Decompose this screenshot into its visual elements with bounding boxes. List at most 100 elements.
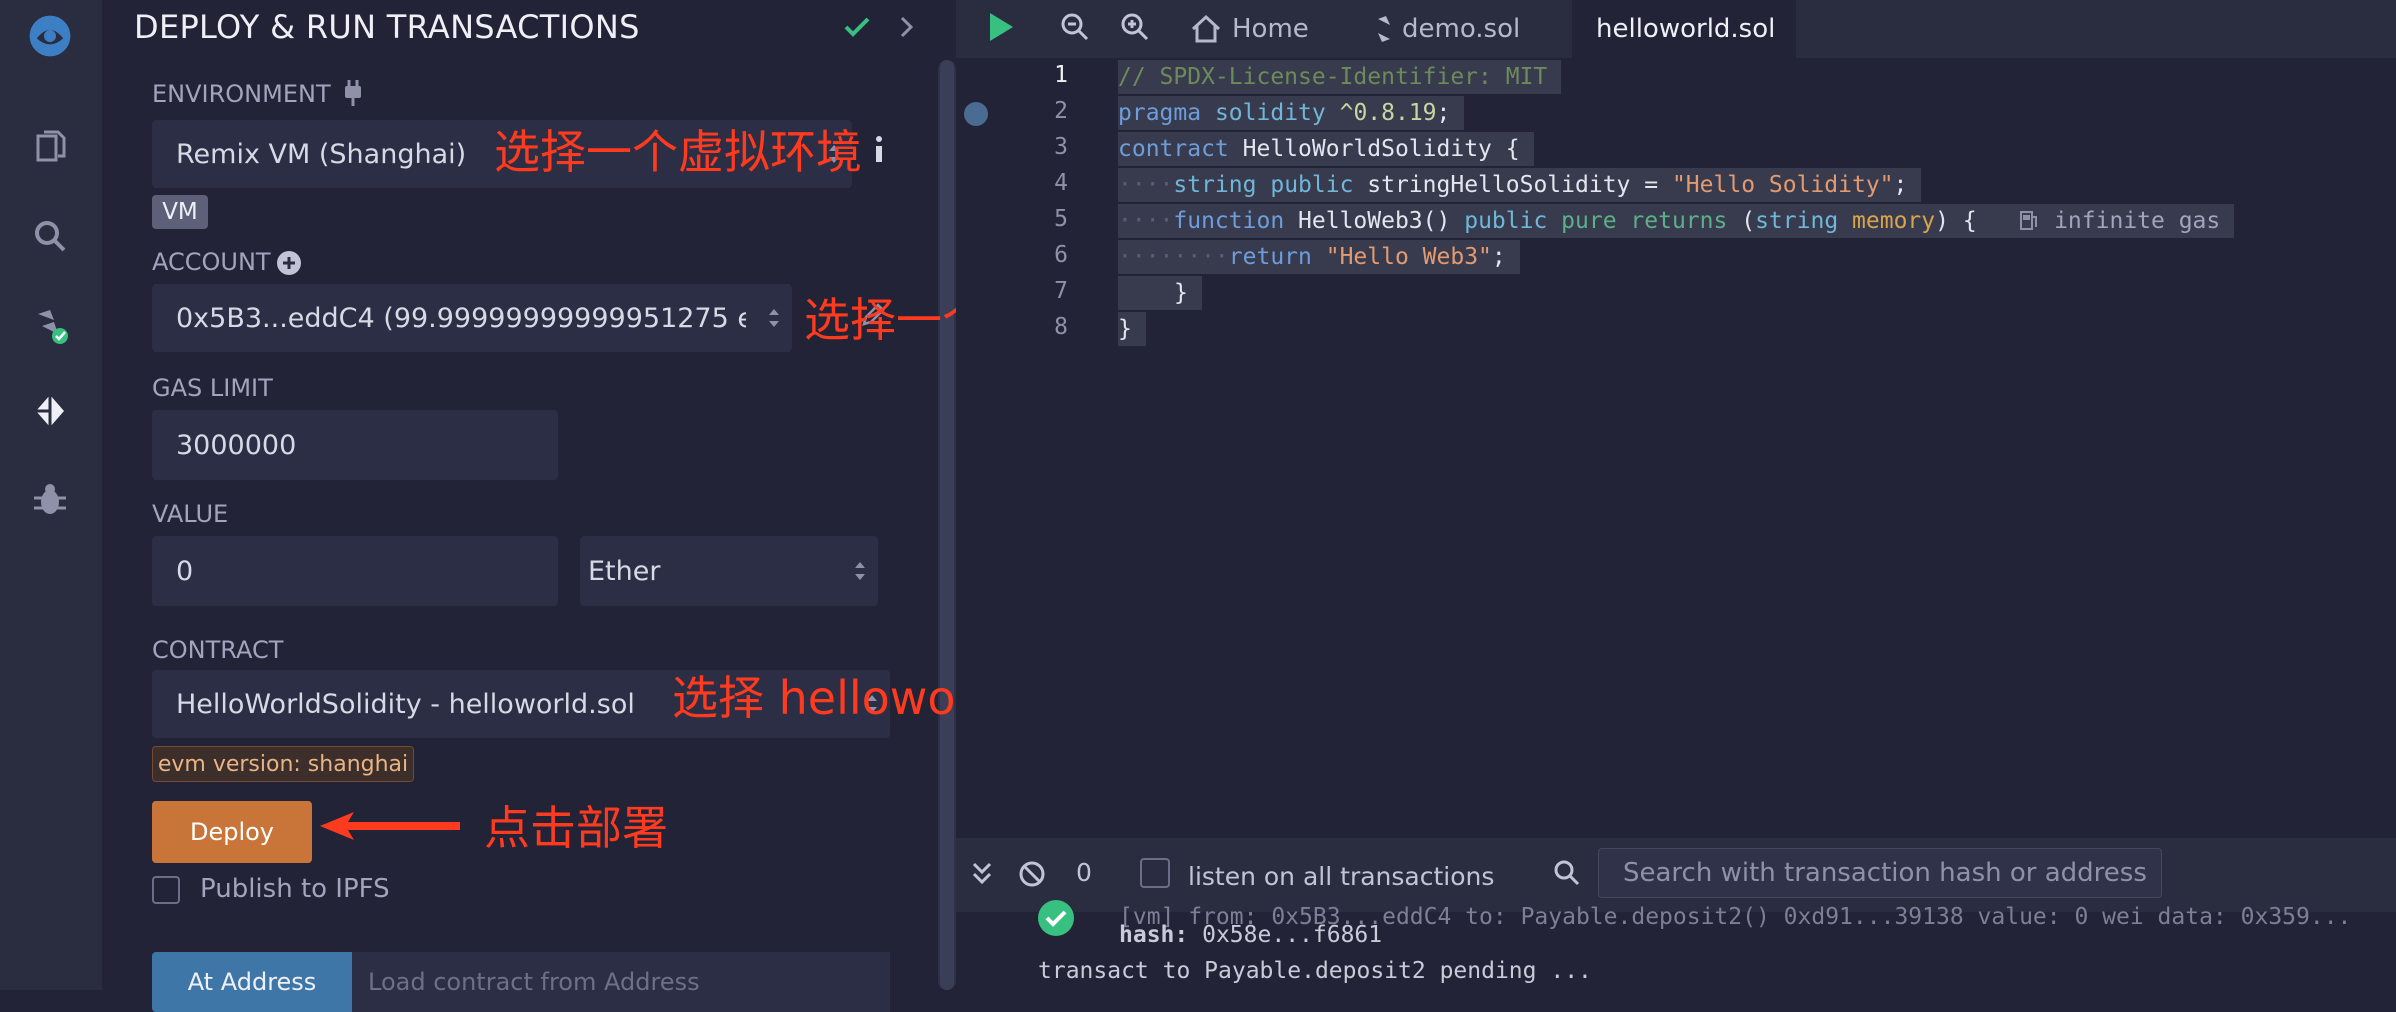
- line-number: 8: [1054, 314, 1068, 340]
- code-token: (: [1741, 208, 1756, 234]
- line-number: 2: [1054, 98, 1068, 124]
- code-token: returns: [1630, 208, 1728, 234]
- load-address-input[interactable]: Load contract from Address: [352, 952, 890, 1012]
- solidity-compiler-icon[interactable]: [24, 300, 76, 352]
- annotation-env: 选择一个虚拟环境: [494, 125, 862, 179]
- vm-badge: VM: [152, 195, 208, 229]
- code-line-1: // SPDX-License-Identifier: MIT: [1118, 60, 1562, 94]
- code-token: }: [1174, 280, 1188, 306]
- code-token: HelloWorldSolidity {: [1242, 136, 1520, 162]
- code-token: HelloWeb3(): [1298, 208, 1451, 234]
- environment-value: Remix VM (Shanghai): [176, 138, 467, 170]
- home-icon: [1191, 14, 1221, 43]
- run-icon[interactable]: [986, 10, 1016, 48]
- evm-version-badge: evm version: shanghai: [152, 746, 414, 782]
- chevron-right-icon[interactable]: [896, 14, 918, 44]
- collapse-terminal-icon[interactable]: [970, 860, 994, 892]
- environment-label: ENVIRONMENT: [152, 80, 331, 108]
- code-token: "Hello Solidity": [1671, 172, 1894, 198]
- search-icon: [1552, 858, 1582, 892]
- tab-demo[interactable]: demo.sol: [1376, 0, 1520, 58]
- transaction-search-input[interactable]: Search with transaction hash or address: [1598, 848, 2162, 898]
- tab-home-label: Home: [1232, 14, 1309, 44]
- code-comment: // SPDX-License-Identifier: MIT: [1118, 64, 1548, 90]
- file-explorer-icon[interactable]: [24, 120, 76, 172]
- remix-logo-icon[interactable]: [24, 10, 76, 62]
- deploy-button[interactable]: Deploy: [152, 801, 312, 863]
- indent-dots: ········: [1118, 244, 1229, 270]
- terminal-toolbar: 0 listen on all transactions Search with…: [956, 838, 2396, 912]
- panel-title: DEPLOY & RUN TRANSACTIONS: [134, 8, 640, 46]
- breakpoint-marker[interactable]: [964, 102, 988, 126]
- account-label: ACCOUNT: [152, 248, 271, 276]
- annotation-arrow-icon: [320, 812, 460, 840]
- pending-line: transact to Payable.deposit2 pending ...: [1038, 958, 1592, 984]
- terminal-output: [vm] from: 0x5B3...eddC4 to: Payable.dep…: [956, 900, 2396, 990]
- line-number: 3: [1054, 134, 1068, 160]
- value-unit: Ether: [588, 555, 661, 587]
- search-icon[interactable]: [24, 210, 76, 262]
- icon-rail: [0, 0, 102, 990]
- gas-limit-input[interactable]: 3000000: [152, 410, 558, 480]
- select-arrows-icon: [769, 309, 779, 327]
- code-token: solidity: [1214, 100, 1326, 126]
- tab-helloworld-label: helloworld.sol: [1596, 14, 1776, 44]
- line-number: 6: [1054, 242, 1068, 268]
- code-token: ) {: [1935, 208, 1977, 234]
- info-icon[interactable]: [872, 134, 886, 168]
- check-icon: [842, 12, 872, 46]
- code-token: memory: [1852, 208, 1936, 234]
- tx-hash-line: hash: 0x58e...f6861: [1119, 922, 1382, 948]
- code-token: ;: [1436, 100, 1451, 126]
- code-line-4: ····string public stringHelloSolidity = …: [1118, 168, 1922, 202]
- indent-dots: ····: [1118, 208, 1174, 234]
- tab-home[interactable]: Home: [1190, 0, 1309, 58]
- code-line-7: }: [1118, 276, 1202, 310]
- gas-pump-icon: [2020, 211, 2038, 230]
- panel-scrollbar-thumb[interactable]: [940, 60, 954, 990]
- line-number: 7: [1054, 278, 1068, 304]
- code-line-8: }: [1118, 312, 1146, 346]
- tab-demo-label: demo.sol: [1402, 14, 1521, 44]
- solidity-file-icon: [1378, 16, 1390, 42]
- code-line-6: ········return "Hello Web3";: [1118, 240, 1520, 274]
- value-unit-select[interactable]: Ether: [580, 536, 878, 606]
- contract-label: CONTRACT: [152, 636, 284, 664]
- line-number: 5: [1054, 206, 1068, 232]
- value-input[interactable]: 0: [152, 536, 558, 606]
- debugger-icon[interactable]: [24, 474, 76, 526]
- contract-value: HelloWorldSolidity - helloworld.sol: [176, 688, 635, 720]
- code-line-5: ····function HelloWeb3() public pure ret…: [1118, 204, 2235, 238]
- publish-ipfs-checkbox[interactable]: [152, 876, 180, 904]
- select-arrows-icon: [855, 562, 865, 580]
- code-token: contract: [1118, 136, 1229, 162]
- add-account-icon[interactable]: [276, 250, 302, 280]
- listen-all-checkbox[interactable]: [1140, 858, 1170, 888]
- plug-icon: [340, 78, 366, 112]
- account-value: 0x5B3...eddC4 (99.99999999999951275 eth: [176, 302, 746, 334]
- code-token: "Hello Web3": [1325, 244, 1492, 270]
- code-token: string: [1173, 172, 1257, 198]
- code-token: pure: [1561, 208, 1617, 234]
- code-token: ;: [1491, 244, 1506, 270]
- code-token: ;: [1893, 172, 1908, 198]
- tab-helloworld[interactable]: helloworld.sol: [1572, 0, 1796, 58]
- success-check-icon: [1038, 900, 1074, 936]
- code-token: return: [1228, 244, 1312, 270]
- at-address-button[interactable]: At Address: [152, 952, 352, 1012]
- zoom-out-icon[interactable]: [1060, 12, 1090, 46]
- indent-dots: ····: [1118, 172, 1174, 198]
- publish-ipfs-label: Publish to IPFS: [200, 874, 390, 904]
- code-token: pragma: [1118, 100, 1202, 126]
- zoom-in-icon[interactable]: [1120, 12, 1150, 46]
- deploy-run-icon[interactable]: [24, 385, 76, 437]
- annotation-deploy: 点击部署: [484, 801, 668, 855]
- clear-console-icon[interactable]: [1018, 860, 1046, 892]
- pending-tx-count: 0: [1076, 858, 1092, 887]
- listen-all-label: listen on all transactions: [1188, 862, 1495, 891]
- account-select[interactable]: 0x5B3...eddC4 (99.99999999999951275 eth: [152, 284, 792, 352]
- hash-label: hash:: [1119, 922, 1189, 948]
- hash-value: 0x58e...f6861: [1202, 922, 1383, 948]
- gas-limit-label: GAS LIMIT: [152, 374, 273, 402]
- line-number: 4: [1054, 170, 1068, 196]
